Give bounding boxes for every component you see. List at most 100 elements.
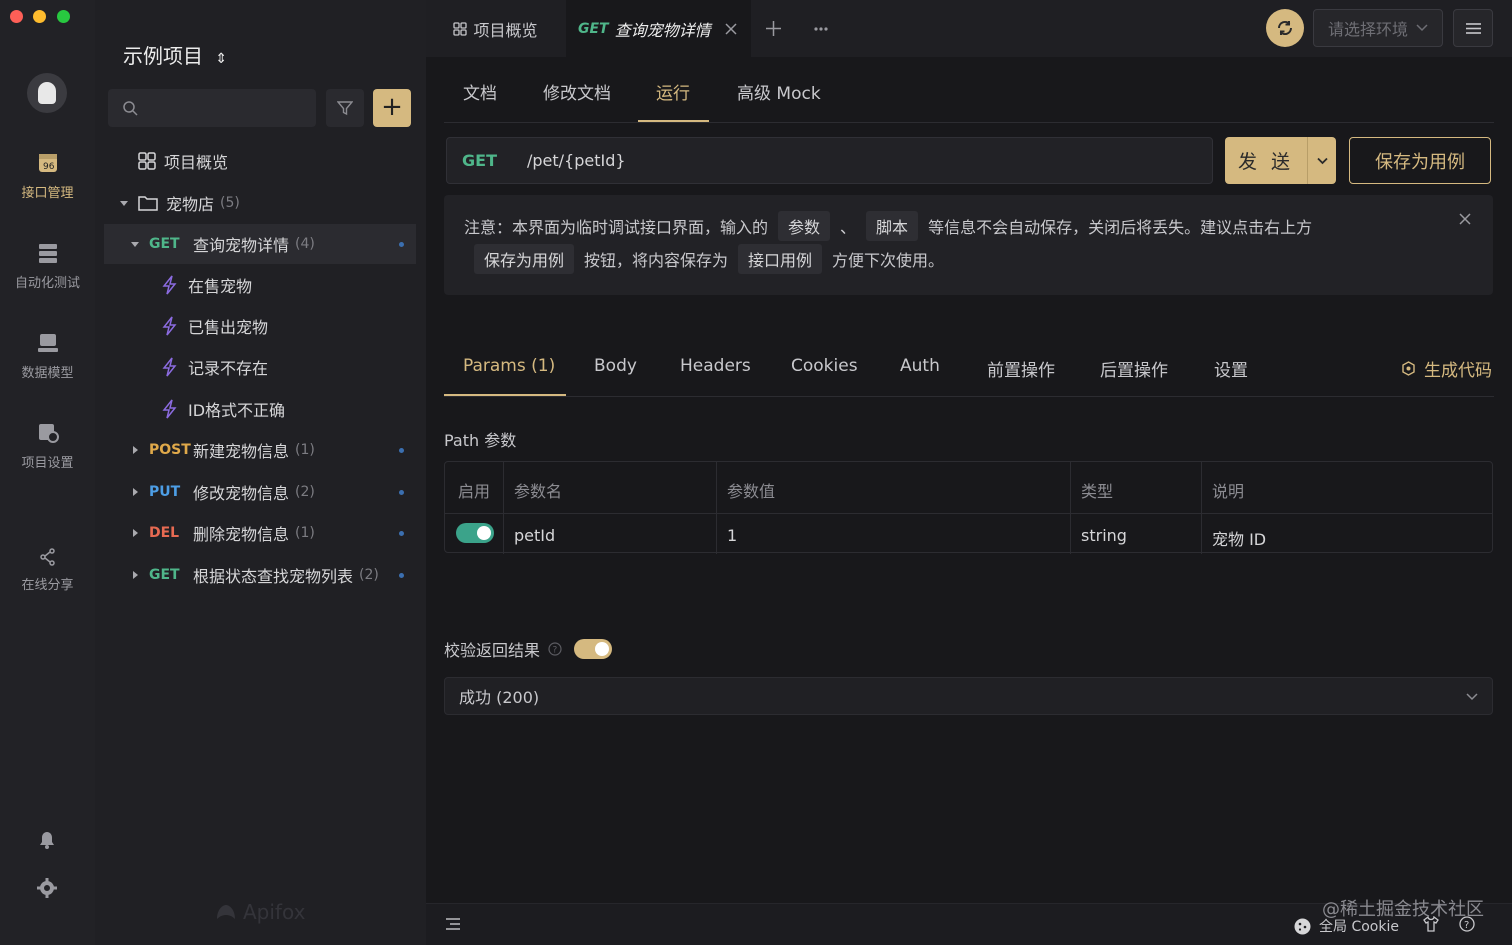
project-switcher[interactable]: 示例项目 ⇕ <box>123 40 227 69</box>
rail-item-settings[interactable]: 项目设置 <box>0 422 95 471</box>
tab-overview[interactable]: 项目概览 <box>426 0 565 57</box>
tree-item-api[interactable]: POST 新建宠物信息 (1) <box>104 430 416 470</box>
tree-case-item[interactable]: 已售出宠物 <box>104 306 416 346</box>
subtab-edit-doc[interactable]: 修改文档 <box>543 79 611 104</box>
bell-icon[interactable] <box>37 830 57 850</box>
generate-code-label: 生成代码 <box>1424 361 1492 381</box>
notice-line: 注意：本界面为临时调试接口界面，输入的 参数 、 脚本 等信息不会自动保存，关闭… <box>464 211 1312 241</box>
new-tab-plus-icon[interactable] <box>766 21 781 36</box>
help-icon[interactable]: ? <box>548 642 562 656</box>
method-badge: GET <box>149 236 180 252</box>
chevron-down-icon <box>1316 157 1328 164</box>
filter-button[interactable] <box>326 89 364 127</box>
param-type-cell[interactable]: string <box>1081 526 1127 545</box>
column-header: 参数值 <box>727 482 776 501</box>
share-icon <box>39 548 55 566</box>
generate-code-button[interactable]: 生成代码 <box>1401 356 1492 381</box>
verify-label: 校验返回结果 <box>444 641 541 660</box>
tab-params[interactable]: Params (1) <box>463 356 555 376</box>
avatar[interactable] <box>27 73 67 113</box>
column-header: 类型 <box>1081 482 1114 501</box>
param-value-cell[interactable]: 1 <box>727 526 737 545</box>
tab-post-ops[interactable]: 后置操作 <box>1100 356 1168 381</box>
notice-text: 方便下次使用。 <box>832 251 945 270</box>
notice-line: 保存为用例 按钮，将内容保存为 接口用例 方便下次使用。 <box>464 244 944 274</box>
table-header <box>445 462 1492 514</box>
environment-select[interactable]: 请选择环境 <box>1313 9 1443 47</box>
request-method[interactable]: GET <box>462 151 527 170</box>
outline-toggle-icon[interactable] <box>446 917 460 931</box>
tree-item-api[interactable]: DEL 删除宠物信息 (1) <box>104 513 416 553</box>
rail-item-label: 项目设置 <box>21 456 74 471</box>
tree-item-selected-api[interactable]: GET 查询宠物详情 (4) <box>104 224 416 264</box>
api-tree-panel: 示例项目 ⇕ + 项目概览 宠物店 (5) GET 查询宠物详情 (4) 在售宠… <box>95 0 426 945</box>
subtab-mock[interactable]: 高级 Mock <box>737 79 821 104</box>
subtab-doc[interactable]: 文档 <box>463 79 497 104</box>
caret-right-icon <box>133 488 138 496</box>
param-desc-cell[interactable]: 宠物 ID <box>1212 526 1266 550</box>
status-dot <box>399 573 404 578</box>
request-path[interactable]: /pet/{petId} <box>527 151 626 170</box>
chevron-down-icon <box>1416 24 1428 32</box>
hamburger-icon <box>1466 23 1481 34</box>
tree-item-label: 记录不存在 <box>188 359 269 378</box>
tree-case-item[interactable]: ID格式不正确 <box>104 389 416 429</box>
tree-case-item[interactable]: 记录不存在 <box>104 347 416 387</box>
tree-folder-petstore[interactable]: 宠物店 (5) <box>104 183 416 223</box>
menu-button[interactable] <box>1453 9 1493 47</box>
verify-toggle[interactable] <box>574 639 613 659</box>
tab-cookies[interactable]: Cookies <box>791 356 858 376</box>
notice-chip: 参数 <box>778 211 831 241</box>
svg-text:?: ? <box>1464 920 1469 931</box>
url-input[interactable]: GET /pet/{petId} <box>446 137 1213 184</box>
tree-item-label: 宠物店 <box>166 195 215 214</box>
tree-item-overview[interactable]: 项目概览 <box>104 141 416 181</box>
search-input[interactable] <box>108 89 316 127</box>
search-icon <box>123 101 138 116</box>
param-name-cell[interactable]: petId <box>514 526 555 545</box>
lightning-icon <box>162 399 177 419</box>
rail-item-model[interactable]: 数据模型 <box>0 332 95 381</box>
tree-item-api[interactable]: PUT 修改宠物信息 (2) <box>104 472 416 512</box>
window-close-button[interactable] <box>10 10 23 23</box>
save-as-case-button[interactable]: 保存为用例 <box>1349 137 1491 184</box>
filter-icon <box>337 101 353 116</box>
add-button[interactable]: + <box>373 89 411 127</box>
more-icon[interactable] <box>814 27 828 31</box>
tab-pre-ops[interactable]: 前置操作 <box>987 356 1055 381</box>
brand-watermark: Apifox <box>215 900 305 924</box>
gear-icon[interactable] <box>37 878 57 898</box>
subtab-run[interactable]: 运行 <box>656 79 690 104</box>
path-params-table: 启用 参数名 参数值 类型 说明 petId 1 string 宠物 ID <box>444 461 1493 554</box>
param-tab-active-indicator <box>444 394 566 396</box>
close-icon[interactable] <box>725 22 737 35</box>
send-options-button[interactable] <box>1308 157 1336 165</box>
method-badge: DEL <box>149 525 180 541</box>
column-header: 参数名 <box>514 482 563 501</box>
rail-item-autotest[interactable]: 自动化测试 <box>0 242 95 291</box>
tab-label: 查询宠物详情 <box>614 20 711 40</box>
tree-item-label: ID格式不正确 <box>188 401 286 420</box>
window-zoom-button[interactable] <box>57 10 70 23</box>
window-minimize-button[interactable] <box>33 10 46 23</box>
tab-active-api[interactable]: GET 查询宠物详情 <box>566 0 751 57</box>
tab-body[interactable]: Body <box>594 356 637 376</box>
caret-right-icon <box>133 446 138 454</box>
sync-button[interactable] <box>1266 9 1304 47</box>
response-result-select[interactable]: 成功 (200) <box>444 677 1493 715</box>
notice-text: 等信息不会自动保存，关闭后将丢失。建议点击右上方 <box>928 218 1313 237</box>
close-icon[interactable] <box>1459 213 1471 225</box>
rail-item-api[interactable]: 96 接口管理 <box>0 152 95 201</box>
tree-item-api[interactable]: GET 根据状态查找宠物列表 (2) <box>104 555 416 595</box>
tab-settings[interactable]: 设置 <box>1214 356 1248 381</box>
send-button[interactable]: 发 送 <box>1225 137 1336 184</box>
param-enabled-toggle[interactable] <box>456 523 494 543</box>
plus-icon: + <box>381 92 403 122</box>
tree-item-label: 修改宠物信息 <box>193 484 290 503</box>
tree-case-item[interactable]: 在售宠物 <box>104 265 416 305</box>
notice-chip: 脚本 <box>866 211 919 241</box>
method-badge: GET <box>149 567 180 583</box>
tab-auth[interactable]: Auth <box>900 356 940 376</box>
tab-headers[interactable]: Headers <box>680 356 751 376</box>
rail-item-share[interactable]: 在线分享 <box>0 548 95 593</box>
